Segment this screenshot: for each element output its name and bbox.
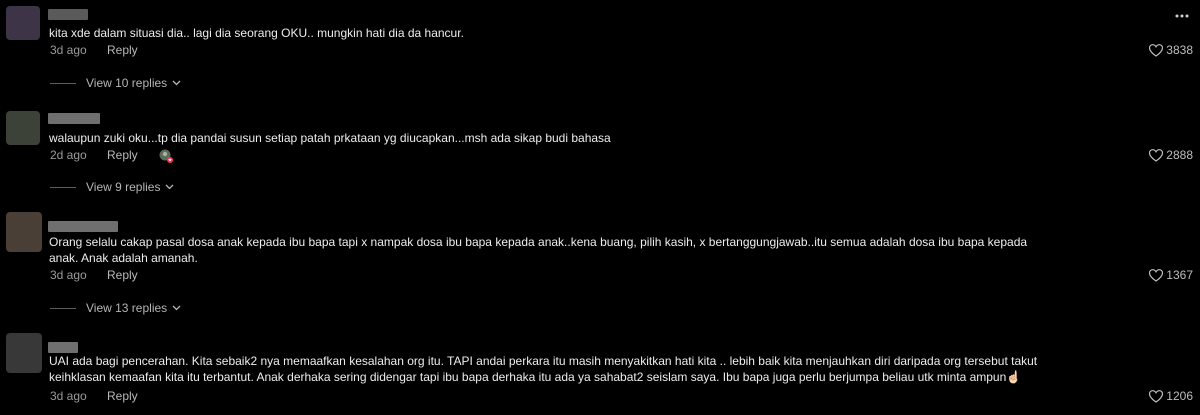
reply-button[interactable]: Reply [107,389,138,403]
comment-time: 3d ago [50,389,87,403]
heart-outline-icon [1149,389,1164,403]
like-count: 1206 [1166,389,1193,403]
comment-4: UAI ada bagi pencerahan. Kita sebaik2 ny… [0,0,1200,415]
comment-text: UAI ada bagi pencerahan. Kita sebaik2 ny… [49,354,1038,384]
username-redacted[interactable] [48,342,78,353]
avatar[interactable] [6,333,42,373]
like-button[interactable]: 1206 [1149,388,1193,404]
comment-meta: 3d ago Reply [50,389,138,403]
